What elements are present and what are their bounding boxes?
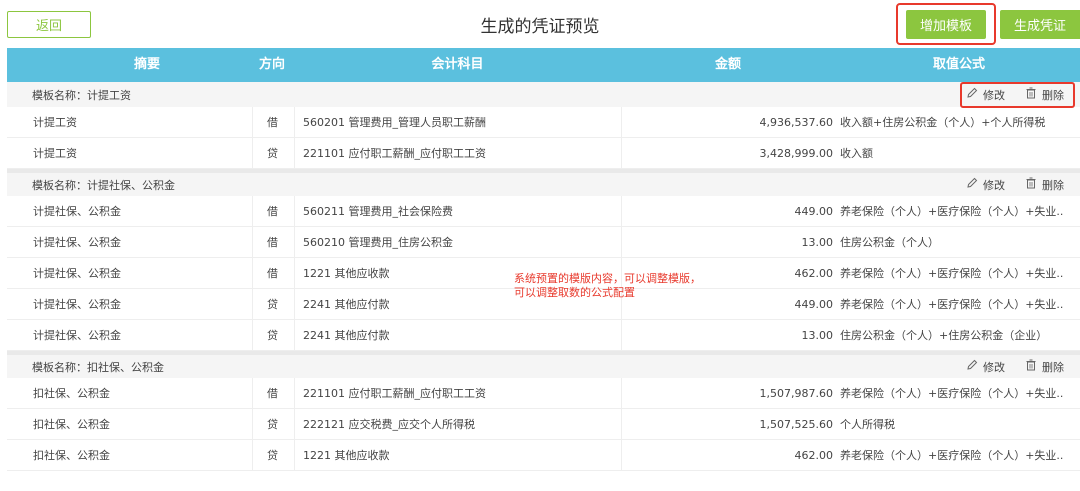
cell-summary: 计提社保、公积金 [33,267,121,280]
table-row[interactable]: 计提社保、公积金 借 560210 管理费用_住房公积金 13.00 住房公积金（个人） [7,227,1080,258]
column-header-formula: 取值公式 [932,57,985,72]
template-group-header: 模板名称：计提社保、公积金 修改 删除 [7,169,1080,196]
cell-summary: 扣社保、公积金 [33,418,110,431]
trash-icon [1025,359,1037,374]
cell-account: 1221 其他应收款 [294,440,621,471]
cell-summary: 计提社保、公积金 [33,236,121,249]
cell-formula: 养老保险（个人）+医疗保险（个人）+失业... [840,298,1063,311]
cell-formula: 住房公积金（个人）+住房公积金（企业） [840,329,1048,342]
cell-direction: 贷 [252,289,292,320]
column-header-account: 会计科目 [431,57,484,72]
template-name: 模板名称：计提工资 [32,88,131,102]
template-actions: 修改 删除 [966,359,1064,375]
cell-direction: 贷 [252,138,292,169]
template-group-header: 模板名称：计提工资 修改 删除 [7,82,1080,107]
cell-amount: 13.00 [621,320,835,351]
cell-account: 221101 应付职工薪酬_应付职工工资 [294,378,621,409]
table-header: 摘要 方向 会计科目 金额 取值公式 [7,48,1080,82]
cell-direction: 借 [252,196,292,227]
template-name: 模板名称：计提社保、公积金 [32,178,175,192]
cell-amount: 13.00 [621,227,835,258]
cell-amount: 449.00 [621,196,835,227]
cell-formula: 个人所得税 [840,418,895,431]
template-group-header: 模板名称：扣社保、公积金 修改 删除 [7,351,1080,378]
cell-amount: 4,936,537.60 [621,107,835,138]
add-template-button[interactable]: 增加模板 [906,10,986,39]
cell-account: 560211 管理费用_社会保险费 [294,196,621,227]
cell-formula: 收入额+住房公积金（个人）+个人所得税 [840,116,1046,129]
generate-voucher-button[interactable]: 生成凭证 [1000,10,1080,39]
cell-formula: 养老保险（个人）+医疗保险（个人）+失业... [840,205,1063,218]
cell-amount: 1,507,525.60 [621,409,835,440]
template-actions: 修改 删除 [966,177,1064,193]
trash-icon [1025,177,1037,192]
pencil-icon [966,177,978,192]
edit-template-button[interactable]: 修改 [966,359,1005,375]
edit-label: 修改 [983,178,1005,192]
cell-direction: 借 [252,107,292,138]
highlight-frame [960,82,1075,108]
cell-summary: 扣社保、公积金 [33,387,110,400]
cell-direction: 借 [252,378,292,409]
voucher-table: 摘要 方向 会计科目 金额 取值公式 模板名称：计提工资 修改 删除 计提工资借 560… [7,48,1080,471]
cell-formula: 收入额 [840,147,873,160]
cell-summary: 计提社保、公积金 [33,205,121,218]
cell-formula: 住房公积金（个人） [840,236,939,249]
annotation-note: 系统预置的模版内容，可以调整模版， 可以调整取数的公式配置 [514,272,701,300]
cell-account: 2241 其他应付款 [294,320,621,351]
cell-summary: 计提社保、公积金 [33,298,121,311]
cell-account: 222121 应交税费_应交个人所得税 [294,409,621,440]
delete-label: 删除 [1042,360,1064,374]
table-row[interactable]: 计提工资 贷 221101 应付职工薪酬_应付职工工资 3,428,999.00 收入额 [7,138,1080,169]
pencil-icon [966,359,978,374]
table-row[interactable]: 计提社保、公积金 贷 2241 其他应付款 13.00 住房公积金（个人）+住房公积金（… [7,320,1080,351]
table-row[interactable]: 扣社保、公积金 借 221101 应付职工薪酬_应付职工工资 1,507,987.60… [7,378,1080,409]
cell-summary: 计提工资 [33,147,77,160]
annotation-line: 系统预置的模版内容，可以调整模版， [514,272,701,285]
cell-direction: 贷 [252,440,292,471]
cell-amount: 462.00 [621,440,835,471]
cell-direction: 借 [252,258,292,289]
column-header-direction: 方向 [258,57,285,72]
cell-formula: 养老保险（个人）+医疗保险（个人）+失业... [840,267,1063,280]
edit-label: 修改 [983,360,1005,374]
cell-direction: 贷 [252,320,292,351]
table-row[interactable]: 扣社保、公积金 贷 1221 其他应收款 462.00 养老保险（个人）+医疗保险（个人… [7,440,1080,471]
cell-formula: 养老保险（个人）+医疗保险（个人）+失业... [840,449,1063,462]
cell-account: 560201 管理费用_管理人员职工薪酬 [294,107,621,138]
cell-summary: 计提社保、公积金 [33,329,121,342]
table-row[interactable]: 扣社保、公积金 贷 222121 应交税费_应交个人所得税 1,507,525.60 个… [7,409,1080,440]
cell-direction: 借 [252,227,292,258]
cell-summary: 计提工资 [33,116,77,129]
delete-template-button[interactable]: 删除 [1025,177,1064,193]
column-header-summary: 摘要 [133,57,160,72]
cell-amount: 1,507,987.60 [621,378,835,409]
annotation-line: 可以调整取数的公式配置 [514,286,635,299]
table-row[interactable]: 计提社保、公积金 借 560211 管理费用_社会保险费 449.00 养老保险（个人）… [7,196,1080,227]
delete-label: 删除 [1042,178,1064,192]
cell-formula: 养老保险（个人）+医疗保险（个人）+失业... [840,387,1063,400]
cell-direction: 贷 [252,409,292,440]
cell-amount: 3,428,999.00 [621,138,835,169]
cell-account: 560210 管理费用_住房公积金 [294,227,621,258]
template-name: 模板名称：扣社保、公积金 [32,360,164,374]
table-row[interactable]: 计提工资 借 560201 管理费用_管理人员职工薪酬 4,936,537.60 收入额… [7,107,1080,138]
delete-template-button[interactable]: 删除 [1025,359,1064,375]
cell-account: 221101 应付职工薪酬_应付职工工资 [294,138,621,169]
column-header-amount: 金额 [714,57,741,72]
edit-template-button[interactable]: 修改 [966,177,1005,193]
cell-summary: 扣社保、公积金 [33,449,110,462]
top-bar: 返回 生成的凭证预览 增加模板 生成凭证 [0,0,1080,48]
